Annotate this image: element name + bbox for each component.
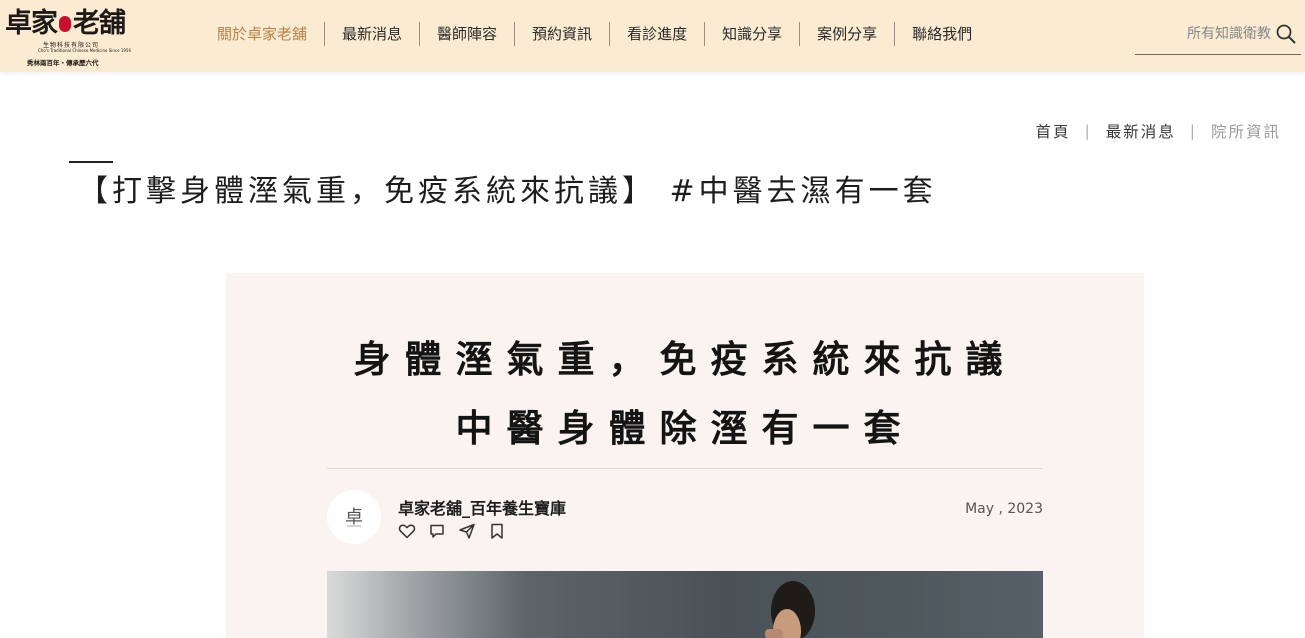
breadcrumb-current: 院所資訊 xyxy=(1210,123,1281,141)
bookmark-icon xyxy=(491,523,503,539)
title-accent-line xyxy=(69,161,113,163)
logo-name-part1: 卓家 xyxy=(5,7,58,39)
share-icon xyxy=(459,523,475,539)
brand-mark-icon: 卓 xyxy=(345,507,363,528)
search-input[interactable] xyxy=(1135,23,1271,45)
svg-text:卓: 卓 xyxy=(345,507,363,528)
post-actions xyxy=(398,522,506,540)
site-header: 卓家 老舖 生物科技有限公司 Cho's Traditional Chinese … xyxy=(0,0,1305,72)
search-icon[interactable] xyxy=(1275,23,1297,45)
post-date: May , 2023 xyxy=(965,501,1043,517)
image-headline-line1: 身體溼氣重，免疫系統來抗議 xyxy=(353,338,1017,381)
logo-seal-icon xyxy=(59,15,71,32)
comment-icon xyxy=(430,524,444,538)
breadcrumb-separator: | xyxy=(1084,122,1092,140)
logo-english-line: Cho's Traditional Chinese Medicine Since… xyxy=(38,48,132,53)
nav-item-cases[interactable]: 案例分享 xyxy=(799,22,894,46)
nav-item-news[interactable]: 最新消息 xyxy=(324,22,419,46)
brand-logo[interactable]: 卓家 老舖 生物科技有限公司 Cho's Traditional Chinese … xyxy=(5,6,145,68)
heart-icon xyxy=(398,524,416,539)
breadcrumb: 首頁 | 最新消息 | 院所資訊 xyxy=(1035,120,1281,142)
nav-item-about[interactable]: 關於卓家老舖 xyxy=(200,22,324,46)
breadcrumb-news[interactable]: 最新消息 xyxy=(1106,120,1176,142)
main-nav: 關於卓家老舖 最新消息 醫師陣容 預約資訊 看診進度 知識分享 案例分享 聯絡我… xyxy=(200,20,989,48)
breadcrumb-home[interactable]: 首頁 xyxy=(1035,120,1070,142)
nav-item-progress[interactable]: 看診進度 xyxy=(609,22,704,46)
page-title: 【打擊身體溼氣重，免疫系統來抗議】 #中醫去濕有一套 xyxy=(78,174,937,209)
person-photo-icon xyxy=(765,581,815,638)
article-image: 身體溼氣重，免疫系統來抗議 中醫身體除溼有一套 卓 卓家老舖_百年養生寶庫 Ma… xyxy=(226,273,1144,638)
nav-item-doctors[interactable]: 醫師陣容 xyxy=(419,22,514,46)
logo-name-part2: 老舖 xyxy=(73,7,126,39)
nav-item-contact[interactable]: 聯絡我們 xyxy=(894,22,989,46)
image-divider xyxy=(327,468,1043,469)
avatar: 卓 xyxy=(327,490,381,544)
post-author: 卓家老舖_百年養生寶庫 xyxy=(398,499,567,518)
nav-item-appointment[interactable]: 預約資訊 xyxy=(514,22,609,46)
search-box xyxy=(1135,17,1301,55)
logo-wordmark: 卓家 老舖 xyxy=(5,6,126,41)
image-headline-line2: 中醫身體除溼有一套 xyxy=(455,407,915,450)
nav-item-knowledge[interactable]: 知識分享 xyxy=(704,22,799,46)
logo-slogan: 秀林兩百年・傳承歷六代 xyxy=(27,59,99,67)
article-photo xyxy=(327,571,1043,638)
breadcrumb-separator: | xyxy=(1189,122,1197,140)
